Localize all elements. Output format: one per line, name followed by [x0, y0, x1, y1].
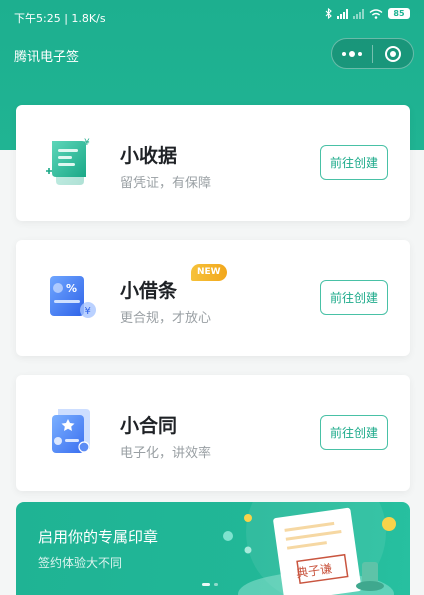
more-button[interactable]	[332, 39, 372, 68]
card-subtitle: 更合规，才放心	[120, 311, 212, 326]
banner-title: 启用你的专属印章	[38, 528, 159, 546]
wifi-icon	[369, 8, 383, 19]
create-receipt-button[interactable]: 前往创建	[320, 145, 388, 180]
seal-promo-banner[interactable]: 典子谦 启用你的专属印章 签约体验大不同	[16, 502, 410, 595]
svg-text:%: %	[66, 282, 77, 295]
close-miniprogram-button[interactable]	[373, 39, 413, 68]
receipt-icon: ¥	[46, 138, 90, 185]
new-badge: NEW	[191, 264, 227, 281]
card-subtitle: 电子化，讲效率	[120, 446, 212, 461]
iou-icon: % ¥	[50, 276, 96, 318]
svg-text:¥: ¥	[84, 138, 90, 148]
battery-icon: 85	[388, 8, 410, 19]
carousel-indicator	[202, 583, 218, 586]
miniprogram-capsule	[331, 38, 414, 69]
contract-icon	[52, 409, 90, 453]
page-title: 腾讯电子签	[14, 50, 80, 65]
svg-text:¥: ¥	[85, 306, 91, 317]
card-receipt[interactable]: ¥ 小收据 留凭证，有保障 前往创建	[16, 105, 410, 221]
status-bar: 下午5:25 | 1.8K/s 85	[0, 0, 424, 32]
bluetooth-icon	[325, 8, 332, 19]
card-subtitle: 留凭证，有保障	[120, 176, 212, 191]
card-title: 小收据	[120, 145, 178, 167]
signal-icon	[337, 8, 348, 19]
card-title: 小合同	[120, 415, 178, 437]
status-time: 下午5:25 | 1.8K/s	[14, 12, 106, 25]
signal-icon	[353, 8, 364, 19]
close-icon	[384, 45, 401, 62]
card-iou[interactable]: % ¥ 小借条 NEW 更合规，才放心 前往创建	[16, 240, 410, 356]
card-contract[interactable]: 小合同 电子化，讲效率 前往创建	[16, 375, 410, 491]
banner-subtitle: 签约体验大不同	[38, 556, 123, 570]
create-iou-button[interactable]: 前往创建	[320, 280, 388, 315]
card-title: 小借条	[120, 280, 178, 302]
create-contract-button[interactable]: 前往创建	[320, 415, 388, 450]
banner-illustration	[223, 502, 396, 595]
